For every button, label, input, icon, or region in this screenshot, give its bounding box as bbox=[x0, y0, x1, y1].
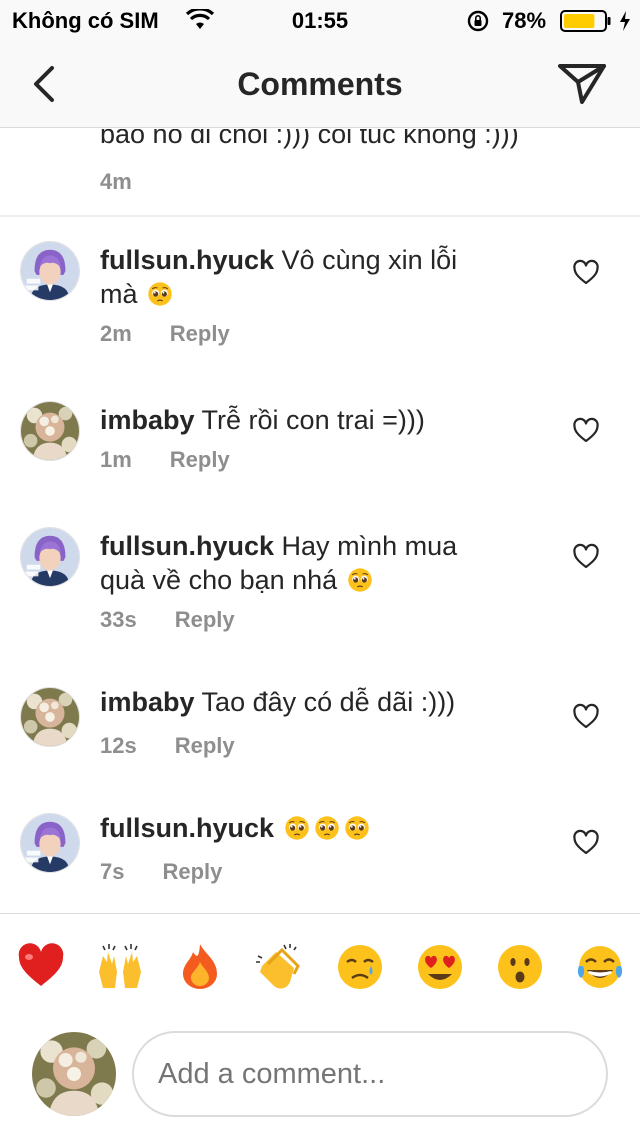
pleading-face-emoji-icon bbox=[344, 815, 370, 841]
comment-text: Tao đây có dễ dãi :))) bbox=[201, 687, 456, 717]
comment-text: Trễ rồi con trai =))) bbox=[201, 405, 425, 435]
avatar-fullsun-hyuck[interactable] bbox=[20, 527, 80, 587]
reply-button[interactable]: Reply bbox=[170, 321, 230, 346]
comment-time: 12s bbox=[100, 733, 137, 758]
pleading-face-emoji-icon bbox=[347, 567, 373, 593]
pleading-face-emoji-icon bbox=[314, 815, 340, 841]
heart-eyes-face-emoji-icon[interactable] bbox=[415, 942, 465, 992]
like-heart-icon[interactable] bbox=[572, 259, 600, 287]
previous-comment: bao no di choi :))) coi tuc khong :))) 4… bbox=[0, 129, 640, 217]
like-heart-icon[interactable] bbox=[572, 543, 600, 571]
comment-item: fullsun.hyuck 7s Reply bbox=[0, 791, 640, 913]
battery-icon bbox=[560, 10, 611, 32]
comment-item: fullsun.hyuck Hay mình mua quà về cho bạ… bbox=[0, 505, 640, 665]
comment-composer bbox=[0, 1021, 640, 1136]
paper-plane-icon[interactable] bbox=[556, 62, 608, 106]
comment-item: fullsun.hyuck Vô cùng xin lỗi mà 2m Reply bbox=[0, 219, 640, 369]
pleading-face-emoji-icon bbox=[147, 281, 173, 307]
avatar-imbaby[interactable] bbox=[20, 687, 80, 747]
surprised-face-emoji-icon[interactable] bbox=[495, 942, 545, 992]
comment-body: imbaby Trễ rồi con trai =))) bbox=[100, 403, 500, 437]
crying-face-emoji-icon[interactable] bbox=[335, 942, 385, 992]
red-heart-emoji-icon[interactable] bbox=[16, 942, 66, 992]
fire-emoji-icon[interactable] bbox=[175, 942, 225, 992]
pleading-face-emoji-icon bbox=[284, 815, 310, 841]
comment-meta: 33s Reply bbox=[100, 607, 235, 633]
comment-username[interactable]: imbaby bbox=[100, 687, 195, 717]
comment-body: imbaby Tao đây có dễ dãi :))) bbox=[100, 685, 500, 719]
add-comment-input[interactable] bbox=[132, 1031, 608, 1117]
avatar-fullsun-hyuck[interactable] bbox=[20, 241, 80, 301]
comment-body: fullsun.hyuck Hay mình mua quà về cho bạ… bbox=[100, 529, 500, 597]
comment-username[interactable]: fullsun.hyuck bbox=[100, 531, 274, 561]
reply-button[interactable]: Reply bbox=[175, 733, 235, 758]
nav-bar: Comments bbox=[0, 40, 640, 128]
reply-button[interactable]: Reply bbox=[162, 859, 222, 884]
tears-of-joy-face-emoji-icon[interactable] bbox=[575, 942, 625, 992]
comment-username[interactable]: fullsun.hyuck bbox=[100, 245, 274, 275]
reply-button[interactable]: Reply bbox=[175, 607, 235, 632]
comment-username[interactable]: imbaby bbox=[100, 405, 195, 435]
comment-list[interactable]: bao no di choi :))) coi tuc khong :))) 4… bbox=[0, 129, 640, 913]
comment-time: 7s bbox=[100, 859, 125, 884]
previous-comment-time: 4m bbox=[100, 169, 132, 194]
comment-item: imbaby Tao đây có dễ dãi :))) 12s Reply bbox=[0, 665, 640, 791]
rotation-lock-icon bbox=[467, 10, 489, 32]
like-heart-icon[interactable] bbox=[572, 829, 600, 857]
avatar-fullsun-hyuck[interactable] bbox=[20, 813, 80, 873]
page-title: Comments bbox=[237, 66, 403, 102]
comment-meta: 12s Reply bbox=[100, 733, 235, 759]
pleading-face-emoji-group bbox=[145, 279, 175, 309]
comment-time: 33s bbox=[100, 607, 137, 632]
comment-time: 1m bbox=[100, 447, 132, 472]
comment-username[interactable]: fullsun.hyuck bbox=[100, 813, 274, 843]
comment-body: fullsun.hyuck Vô cùng xin lỗi mà bbox=[100, 243, 500, 311]
comment-meta: 7s Reply bbox=[100, 859, 222, 885]
comment-time: 2m bbox=[100, 321, 132, 346]
reply-button[interactable]: Reply bbox=[170, 447, 230, 472]
clapping-hands-emoji-icon[interactable] bbox=[254, 942, 304, 992]
current-user-avatar bbox=[32, 1032, 116, 1116]
raising-hands-emoji-icon[interactable] bbox=[95, 942, 145, 992]
pleading-face-emoji-group bbox=[282, 813, 372, 843]
like-heart-icon[interactable] bbox=[572, 703, 600, 731]
quick-reaction-bar bbox=[0, 913, 640, 1021]
status-bar: Không có SIM 01:55 78% bbox=[0, 0, 640, 40]
pleading-face-emoji-group bbox=[345, 565, 375, 595]
comment-body: fullsun.hyuck bbox=[100, 811, 500, 845]
like-heart-icon[interactable] bbox=[572, 417, 600, 445]
previous-comment-text: bao no di choi :))) coi tuc khong :))) bbox=[100, 129, 519, 149]
charging-bolt-icon bbox=[620, 11, 630, 31]
avatar-imbaby[interactable] bbox=[20, 401, 80, 461]
battery-percent: 78% bbox=[502, 8, 547, 33]
comment-meta: 1m Reply bbox=[100, 447, 230, 473]
comment-item: imbaby Trễ rồi con trai =))) 1m Reply bbox=[0, 379, 640, 505]
comment-meta: 2m Reply bbox=[100, 321, 230, 347]
